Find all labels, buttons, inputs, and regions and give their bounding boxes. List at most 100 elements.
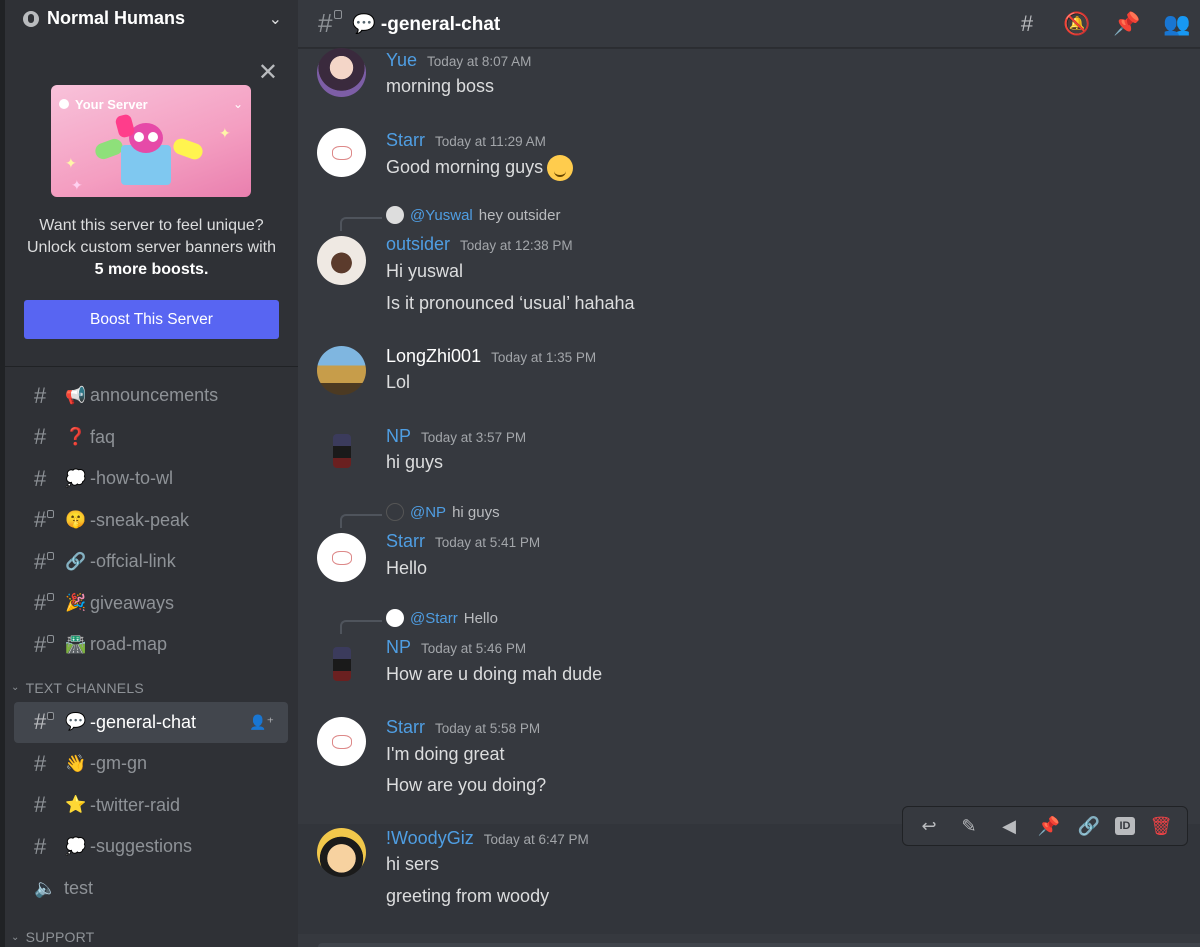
username[interactable]: Yue	[386, 50, 417, 71]
message-actions-toolbar: ↩ ✎ ◀ 📌 🔗 ID 🗑	[902, 806, 1188, 846]
channel-general-chat[interactable]: # 💬 -general-chat 👤⁺	[14, 701, 288, 743]
copy-link-icon[interactable]: 🔗	[1075, 816, 1103, 837]
username[interactable]: NP	[386, 637, 411, 658]
locked-hash-icon: #	[34, 709, 64, 735]
channel-giveaways[interactable]: # 🎉 giveaways	[14, 583, 288, 625]
mute-notifications-icon[interactable]: 🔕	[1063, 11, 1090, 37]
username[interactable]: Starr	[386, 130, 425, 151]
message-text: hi sers	[386, 854, 440, 874]
voice-channel-test[interactable]: 🔈 test	[14, 868, 288, 910]
locked-hash-icon: #	[34, 632, 64, 658]
locked-hash-icon: #	[34, 590, 64, 616]
invite-user-icon[interactable]: 👤⁺	[249, 714, 274, 731]
message-text: Good morning guys	[386, 155, 574, 181]
smiling-face-emoji-icon	[547, 155, 574, 181]
timestamp: Today at 11:29 AM	[435, 134, 546, 149]
timestamp: Today at 1:35 PM	[491, 350, 597, 365]
boost-promo-card: ✕ Your Server ⌄ ✦ ✦ ✦ Want this server t…	[5, 47, 298, 367]
pin-icon[interactable]: 📌	[1035, 816, 1063, 837]
avatar[interactable]	[317, 639, 366, 688]
locked-hash-icon: #	[318, 8, 352, 39]
reply-icon[interactable]: ↩	[915, 816, 943, 837]
message-text: I'm doing great	[386, 744, 505, 764]
avatar[interactable]	[317, 346, 366, 395]
member-list-icon[interactable]: 👥	[1163, 11, 1190, 37]
server-name: Normal Humans	[47, 8, 186, 28]
chat-area: # 💬 -general-chat # 🔕 📌 👥 Yue Today at 8…	[298, 0, 1200, 947]
channel-gm-gn[interactable]: # 👋 -gm-gn	[14, 743, 288, 785]
channel-title: 💬 -general-chat	[352, 13, 501, 35]
avatar[interactable]	[317, 533, 366, 582]
chevron-down-icon: ⌄	[11, 682, 20, 693]
timestamp: Today at 12:38 PM	[460, 238, 573, 253]
channel-how-to-wl[interactable]: # 💭 -how-to-wl	[14, 458, 288, 500]
channel-sneak-peak[interactable]: # 🤫 -sneak-peak	[14, 500, 288, 542]
hash-icon: #	[34, 465, 47, 491]
boost-server-button[interactable]: Boost This Server	[24, 300, 279, 339]
timestamp: Today at 8:07 AM	[427, 54, 532, 69]
avatar[interactable]	[317, 717, 366, 766]
delete-icon[interactable]: 🗑	[1147, 816, 1175, 837]
message-text: How are you doing?	[386, 775, 547, 795]
copy-id-icon[interactable]: ID	[1115, 817, 1135, 835]
reply-reference[interactable]: @Starr Hello	[340, 609, 498, 634]
banner-server-label: Your Server	[75, 96, 148, 112]
server-header[interactable]: Normal Humans ⌄	[5, 0, 298, 37]
speaker-icon: 🔈	[34, 877, 57, 898]
chevron-down-icon: ⌄	[11, 931, 20, 943]
username[interactable]: LongZhi001	[386, 346, 481, 367]
channel-sidebar: Normal Humans ⌄ ✕ Your Server ⌄ ✦ ✦ ✦ Wa…	[0, 0, 298, 947]
category-text-channels[interactable]: ⌄ TEXT CHANNELS	[5, 674, 298, 702]
locked-hash-icon: #	[34, 549, 64, 575]
timestamp: Today at 5:46 PM	[421, 641, 527, 656]
boost-dot-icon	[59, 99, 69, 109]
message-composer[interactable]	[318, 943, 1200, 947]
username[interactable]: !WoodyGiz	[386, 828, 474, 849]
reply-avatar	[386, 609, 404, 627]
username[interactable]: Starr	[386, 717, 425, 738]
tag-icon[interactable]: ◀	[995, 816, 1023, 837]
channel-list: # 📢 announcements # ❓ faq # 💭 -how-to-wl…	[5, 367, 298, 947]
hash-icon: #	[34, 750, 47, 776]
avatar[interactable]	[317, 48, 366, 97]
avatar[interactable]	[317, 426, 366, 475]
hash-icon: #	[34, 382, 47, 408]
channel-header: # 💬 -general-chat # 🔕 📌 👥	[298, 0, 1200, 48]
reply-reference[interactable]: @Yuswal hey outsider	[340, 206, 560, 231]
channel-announcements[interactable]: # 📢 announcements	[14, 375, 288, 417]
reply-reference[interactable]: @NP hi guys	[340, 503, 500, 528]
chevron-down-icon[interactable]: ⌄	[269, 9, 282, 29]
category-support[interactable]: ⌄ SUPPORT	[5, 923, 298, 947]
avatar[interactable]	[317, 828, 366, 877]
threads-icon[interactable]: #	[1014, 11, 1040, 37]
channel-faq[interactable]: # ❓ faq	[14, 417, 288, 459]
message-text: hi guys	[386, 452, 444, 472]
timestamp: Today at 3:57 PM	[421, 430, 527, 445]
username[interactable]: outsider	[386, 234, 450, 255]
edit-icon[interactable]: ✎	[955, 816, 983, 837]
timestamp: Today at 5:41 PM	[435, 535, 541, 550]
avatar[interactable]	[317, 236, 366, 285]
message-text: morning boss	[386, 76, 495, 96]
username[interactable]: NP	[386, 426, 411, 447]
channel-suggestions[interactable]: # 💭 -suggestions	[14, 826, 288, 868]
message-text: Lol	[386, 372, 411, 392]
channel-twitter-raid[interactable]: # ⭐ -twitter-raid	[14, 785, 288, 827]
message-list: Yue Today at 8:07 AM morning boss Starr …	[298, 48, 1200, 947]
avatar[interactable]	[317, 128, 366, 177]
message-text: Is it pronounced ‘usual’ hahaha	[386, 293, 635, 313]
channel-offcial-link[interactable]: # 🔗 -offcial-link	[14, 541, 288, 583]
message-text: How are u doing mah dude	[386, 664, 603, 684]
pinned-messages-icon[interactable]: 📌	[1113, 11, 1140, 37]
reply-avatar	[386, 503, 404, 521]
hash-icon: #	[34, 833, 47, 859]
reply-avatar	[386, 206, 404, 224]
close-icon[interactable]: ✕	[258, 61, 278, 85]
message-text: greeting from woody	[386, 886, 550, 906]
username[interactable]: Starr	[386, 531, 425, 552]
hash-icon: #	[34, 424, 47, 450]
channel-road-map[interactable]: # 🛣️ road-map	[14, 624, 288, 666]
banner-chevron-icon: ⌄	[232, 97, 243, 111]
hash-icon: #	[34, 792, 47, 818]
message-text: Hello	[386, 558, 428, 578]
